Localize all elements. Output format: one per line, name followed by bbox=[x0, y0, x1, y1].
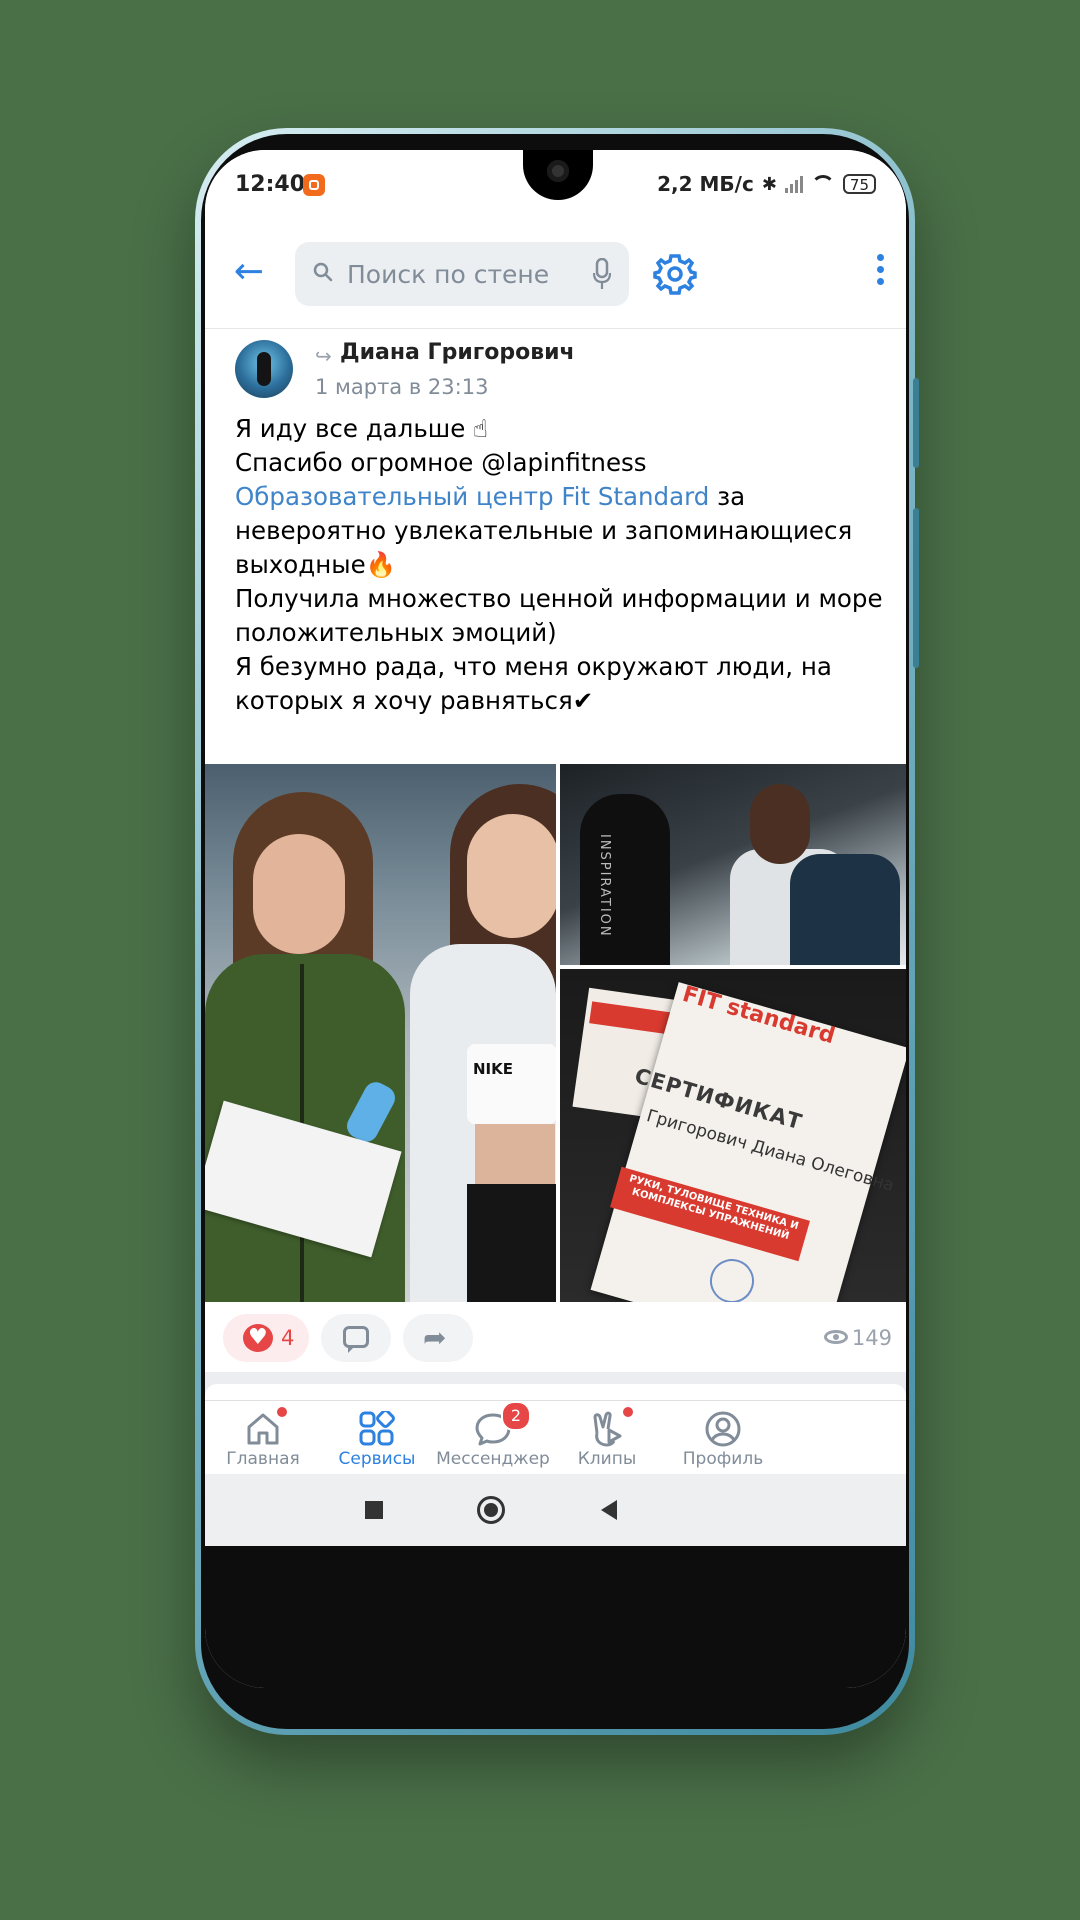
photo-main[interactable]: NIKE bbox=[205, 764, 556, 1302]
post-date[interactable]: 1 марта в 23:13 bbox=[315, 375, 488, 399]
status-time: 12:40 bbox=[235, 172, 306, 197]
app-notification-icon bbox=[303, 174, 325, 196]
shirt-brand-text: NIKE bbox=[473, 1060, 514, 1078]
post-line: Я безумно рада, что меня окружают люди, … bbox=[235, 652, 832, 715]
group-link[interactable]: Образовательный центр Fit Standard bbox=[235, 482, 709, 511]
heart-icon bbox=[243, 1324, 273, 1352]
tab-label: Профиль bbox=[682, 1449, 764, 1469]
notification-dot bbox=[275, 1405, 289, 1419]
battery-icon: 75 bbox=[842, 174, 876, 194]
post-header: ↪ Диана Григорович 1 марта в 23:13 bbox=[205, 330, 906, 412]
bluetooth-icon: ✱ bbox=[761, 173, 777, 195]
like-count: 4 bbox=[281, 1326, 295, 1350]
machine-label: INSPIRATION bbox=[597, 834, 612, 938]
search-icon bbox=[313, 262, 333, 282]
post-actions: 4 ➦ 149 bbox=[205, 1302, 906, 1372]
more-vertical-icon[interactable] bbox=[876, 254, 884, 294]
recents-square-icon[interactable] bbox=[365, 1501, 383, 1519]
post-line: Я иду все дальше ☝ bbox=[235, 414, 488, 443]
notification-dot bbox=[621, 1405, 635, 1419]
photo-grid: NIKE INSPIRATION FIT standard СЕРТИФИКАТ… bbox=[205, 764, 906, 1302]
bottom-nav: Главная Сервисы 2 Мессенджер Клипы Профи… bbox=[205, 1400, 906, 1475]
share-arrow-icon: ➦ bbox=[423, 1321, 447, 1354]
photo-certificate[interactable]: FIT standard СЕРТИФИКАТ Григорович Диана… bbox=[560, 969, 906, 1302]
wifi-icon bbox=[810, 175, 835, 193]
tab-profile[interactable]: Профиль bbox=[653, 1401, 793, 1475]
comment-icon bbox=[343, 1326, 369, 1353]
post-line: Получила множество ценной информации и м… bbox=[235, 584, 883, 647]
repost-icon: ↪ bbox=[315, 344, 332, 368]
mention: @lapinfitness bbox=[481, 448, 647, 477]
unread-badge: 2 bbox=[501, 1401, 531, 1431]
back-arrow-icon[interactable]: ← bbox=[229, 252, 269, 292]
system-navigation-bar bbox=[205, 1474, 906, 1546]
post-text: Я иду все дальше ☝ Спасибо огромное @lap… bbox=[235, 412, 885, 718]
view-count: 149 bbox=[851, 1326, 892, 1350]
post-line: Спасибо огромное @lapinfitness Образоват… bbox=[235, 446, 885, 582]
app-bar: ← Поиск по стене bbox=[205, 220, 906, 329]
search-placeholder: Поиск по стене bbox=[347, 260, 550, 289]
search-input[interactable]: Поиск по стене bbox=[295, 242, 629, 306]
services-grid-icon bbox=[359, 1411, 395, 1446]
microphone-icon[interactable] bbox=[593, 258, 611, 290]
post-text-fragment: Спасибо огромное bbox=[235, 448, 482, 477]
camera-notch bbox=[523, 150, 593, 200]
share-button[interactable]: ➦ bbox=[403, 1314, 473, 1362]
eye-icon bbox=[824, 1330, 848, 1344]
home-circle-icon[interactable] bbox=[477, 1496, 505, 1524]
gear-icon[interactable] bbox=[653, 252, 697, 296]
status-bar: 12:40 2,2 МБ/с ✱ 75 bbox=[205, 150, 906, 220]
signal-icon bbox=[784, 175, 803, 193]
feed-divider bbox=[205, 1372, 906, 1402]
phone-screen: 12:40 2,2 МБ/с ✱ 75 ← Поиск по стене ↪ Д… bbox=[205, 150, 906, 1688]
post-author[interactable]: Диана Григорович bbox=[340, 340, 575, 365]
network-speed: 2,2 МБ/с bbox=[657, 172, 754, 196]
phone-chin bbox=[205, 1546, 906, 1688]
back-triangle-icon[interactable] bbox=[601, 1500, 617, 1520]
like-button[interactable]: 4 bbox=[223, 1314, 309, 1362]
photo-gym-machine[interactable]: INSPIRATION bbox=[560, 764, 906, 965]
clips-icon bbox=[593, 1411, 622, 1447]
avatar[interactable] bbox=[235, 340, 293, 398]
profile-icon bbox=[705, 1411, 741, 1447]
comment-button[interactable] bbox=[321, 1314, 391, 1362]
